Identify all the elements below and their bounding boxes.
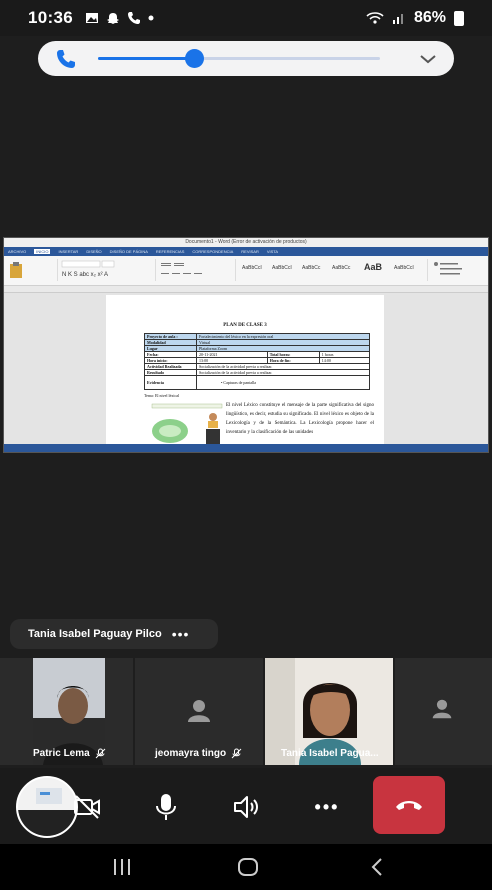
microphone-icon: [156, 794, 176, 820]
svg-text:AaBbCcI: AaBbCcI: [242, 265, 262, 271]
svg-text:AaBbCc: AaBbCc: [302, 265, 321, 271]
participant-name: Patric Lema: [33, 748, 90, 759]
muted-mic-icon: [95, 748, 106, 759]
doc-paragraph: El nivel Léxico constituye el mensaje de…: [226, 403, 374, 435]
call-controls: •••: [0, 768, 492, 844]
microphone-button[interactable]: [141, 782, 191, 832]
participant-label: jeomayra tingo: [155, 748, 242, 759]
signal-icon: [392, 14, 403, 24]
window-title: Documento1 - Word (Error de activación d…: [4, 238, 488, 247]
home-icon[interactable]: [236, 857, 260, 877]
ruler: [4, 286, 488, 293]
back-icon[interactable]: [366, 857, 390, 877]
participant-tile[interactable]: Tania Isabel Pagua...: [265, 658, 393, 765]
camera-button[interactable]: [62, 782, 112, 832]
status-time: 10:36: [28, 8, 73, 27]
editing-tools-icon: [434, 262, 462, 275]
font-tools-icon: N K S abc x₂ x² A: [61, 260, 115, 278]
table-value: • Capturas de pantalla: [196, 375, 370, 390]
chevron-down-icon[interactable]: [418, 52, 438, 66]
ribbon-tab: DISEÑO DE PÁGINA: [109, 249, 148, 254]
battery-percent: 86%: [413, 9, 446, 26]
ribbon: N K S abc x₂ x² A AaBbCcI AaBbCcI AaBbCc Aa…: [4, 256, 488, 286]
call-icon: [127, 12, 140, 24]
participant-label: Patric Lema: [33, 748, 106, 759]
svg-text:AaB: AaB: [364, 262, 383, 272]
doc-topic: Tema: El nivel léxical: [144, 393, 180, 398]
ribbon-tab: DISEÑO: [86, 249, 102, 254]
ribbon-tabs: ARCHIVO INICIO INSERTAR DISEÑO DISEÑO DE…: [4, 247, 488, 256]
document-page: PLAN DE CLASE 3 Proyecto de aula : Fortal…: [106, 295, 384, 445]
volume-slider[interactable]: [98, 49, 380, 68]
status-bar: 10:36 86%: [0, 0, 492, 36]
doc-table: Proyecto de aula : Fortalecimiento del lé…: [144, 333, 371, 390]
call-banner[interactable]: [38, 41, 454, 76]
person-icon: [188, 700, 210, 722]
muted-mic-icon: [231, 748, 242, 759]
participant-tile[interactable]: jeomayra tingo: [135, 658, 263, 765]
more-button[interactable]: •••: [302, 782, 352, 832]
participant-tile[interactable]: [395, 658, 492, 765]
active-speaker-label[interactable]: Tania Isabel Paguay Pilco •••: [10, 619, 218, 649]
document-area: PLAN DE CLASE 3 Proyecto de aula : Fortal…: [4, 293, 488, 445]
svg-text:AaBbCc: AaBbCc: [332, 265, 351, 271]
snapchat-icon: [106, 12, 119, 24]
ribbon-group: [430, 259, 486, 281]
speaker-name: Tania Isabel Paguay Pilco: [28, 628, 162, 640]
volume-fill: [98, 57, 194, 60]
ribbon-tab: ARCHIVO: [8, 249, 27, 254]
person-icon: [432, 699, 452, 719]
svg-text:AaBbCcI: AaBbCcI: [394, 265, 414, 271]
ribbon-group: N K S abc x₂ x² A: [60, 259, 156, 281]
shared-screen: Documento1 - Word (Error de activación d…: [3, 237, 489, 453]
speaker-icon: [234, 796, 258, 818]
participant-name: jeomayra tingo: [155, 748, 227, 759]
paragraph-tools-icon: [161, 263, 202, 274]
phone-icon[interactable]: [54, 47, 78, 71]
svg-text:N K S abc x₂ x² A: N K S abc x₂ x² A: [62, 272, 108, 278]
participant-tile[interactable]: Patric Lema: [0, 658, 133, 765]
camera-off-icon: [74, 795, 100, 819]
ribbon-group: [158, 259, 236, 281]
participant-label: Tania Isabel Pagua...: [281, 748, 379, 759]
hang-up-button[interactable]: [373, 776, 445, 834]
participant-name: Tania Isabel Pagua...: [281, 748, 379, 759]
ribbon-group: [6, 259, 58, 281]
speaker-button[interactable]: [222, 782, 272, 832]
battery-icon: [454, 10, 464, 26]
table-row: Evidencia • Capturas de pantalla: [144, 375, 370, 390]
styles-gallery-icon: AaBbCcI AaBbCcI AaBbCc AaBbCc AaB AaBbCcI: [242, 262, 414, 272]
hang-up-icon: [396, 801, 422, 810]
doc-title: PLAN DE CLASE 3: [223, 323, 267, 328]
ribbon-tab: VISTA: [266, 249, 279, 254]
system-nav-bar: [0, 844, 492, 890]
dot-icon: [148, 15, 154, 21]
volume-thumb[interactable]: [184, 49, 204, 68]
ribbon-group: AaBbCcI AaBbCcI AaBbCc AaBbCc AaB AaBbCcI: [238, 259, 428, 281]
word-status-bar: [4, 444, 488, 452]
ribbon-tab: INSERTAR: [58, 249, 79, 254]
wifi-icon: [366, 12, 384, 24]
table-key: Evidencia: [144, 375, 197, 390]
ribbon-tab: REVISAR: [241, 249, 259, 254]
ribbon-tab: REFERENCIAS: [155, 249, 185, 254]
gallery-icon: [85, 13, 98, 23]
recent-apps-icon[interactable]: [110, 857, 134, 877]
ribbon-tab: INICIO: [34, 249, 51, 254]
more-options-button[interactable]: •••: [172, 626, 190, 642]
svg-text:AaBbCcI: AaBbCcI: [272, 265, 292, 271]
ribbon-tab: CORRESPONDENCIA: [192, 249, 234, 254]
paste-icon: [10, 262, 22, 278]
